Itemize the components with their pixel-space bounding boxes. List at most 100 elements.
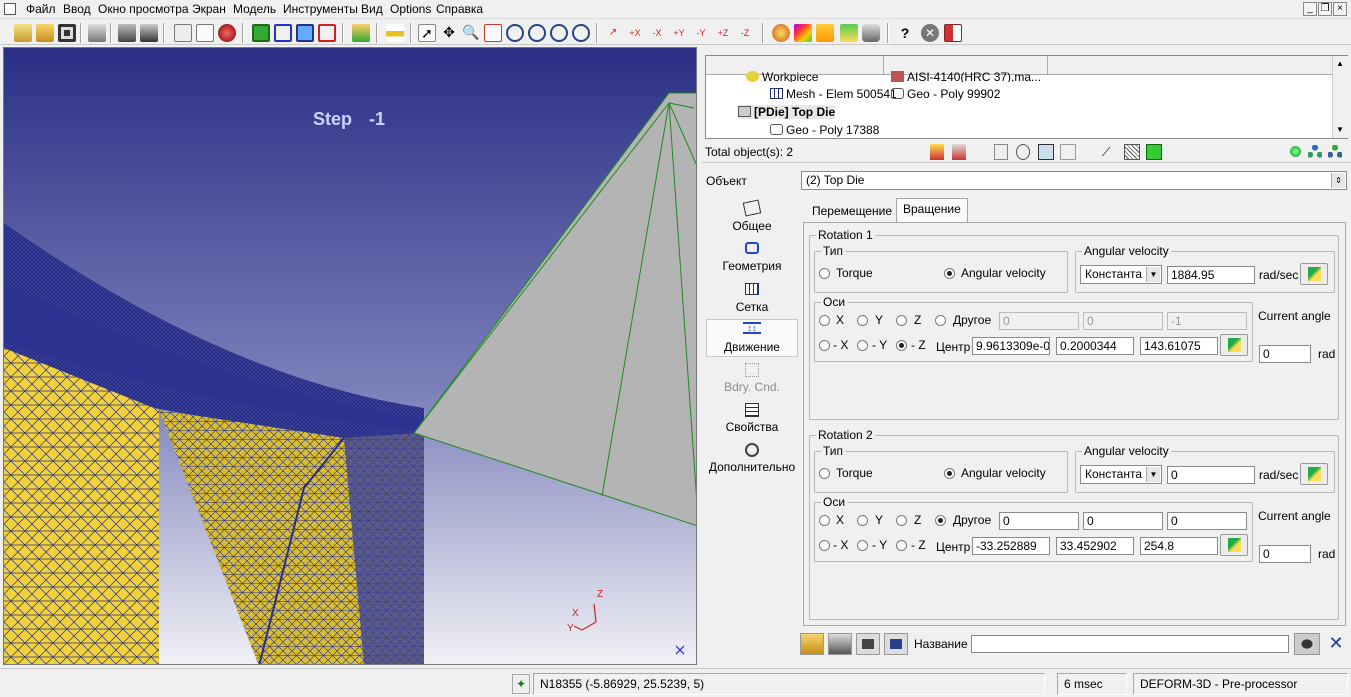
rotation2-other-z-input[interactable]: 0: [1167, 512, 1247, 530]
rotation2-center-z-input[interactable]: 254.8: [1140, 537, 1218, 555]
rotation1-torque-radio[interactable]: [819, 268, 830, 279]
object-tree[interactable]: Workpiece AISI-4140(HRC 37),ma... Mesh -…: [705, 55, 1348, 139]
dropdown-icon[interactable]: ▼: [1146, 467, 1160, 482]
light-icon[interactable]: [816, 24, 834, 42]
hide-geo-icon[interactable]: [1060, 144, 1076, 160]
nav-geometry[interactable]: Геометрия: [705, 242, 799, 273]
help-icon[interactable]: ?: [896, 24, 914, 42]
rotation1-other-y-input[interactable]: 0: [1083, 312, 1163, 330]
rotation1-center-z-input[interactable]: 143.61075: [1140, 337, 1218, 355]
rotation2-mode-select[interactable]: Константа ▼: [1080, 465, 1162, 484]
rotation2-axis-x-radio[interactable]: [819, 515, 830, 526]
scroll-down-icon[interactable]: ▼: [1336, 125, 1344, 134]
new-icon[interactable]: [14, 24, 32, 42]
rotation2-torque-radio[interactable]: [819, 468, 830, 479]
rotation2-center-x-input[interactable]: -33.252889: [972, 537, 1050, 555]
rotation1-other-z-input[interactable]: -1: [1167, 312, 1247, 330]
menu-display[interactable]: Экран: [192, 2, 226, 16]
rotation1-axis-nz-radio[interactable]: [896, 340, 907, 351]
reset-view-icon[interactable]: [218, 24, 236, 42]
name-input[interactable]: [971, 635, 1289, 653]
rotation2-axis-ny-radio[interactable]: [857, 540, 868, 551]
object-icon[interactable]: [352, 24, 370, 42]
view-py-icon[interactable]: +Y: [670, 24, 688, 42]
rotation1-axis-z-radio[interactable]: [896, 315, 907, 326]
save-icon[interactable]: [58, 24, 76, 42]
rotate-z-icon[interactable]: [572, 24, 590, 42]
add-object-icon[interactable]: [930, 144, 944, 160]
open-file-button[interactable]: [800, 633, 824, 655]
rotation1-axis-nx-radio[interactable]: [819, 340, 830, 351]
rotation1-value-input[interactable]: 1884.95: [1167, 266, 1255, 284]
save-all-button[interactable]: [884, 633, 908, 655]
view-nx-icon[interactable]: -X: [648, 24, 666, 42]
rotation1-axis-other-radio[interactable]: [935, 315, 946, 326]
materials-icon[interactable]: [840, 24, 858, 42]
rotation1-function-button[interactable]: [1300, 263, 1328, 285]
menu-options[interactable]: Options: [390, 2, 431, 16]
rotation2-axis-y-radio[interactable]: [857, 515, 868, 526]
minimize-button[interactable]: _: [1303, 2, 1317, 16]
show-mesh-icon[interactable]: [1016, 144, 1030, 160]
color-icon[interactable]: [794, 24, 812, 42]
pan-icon[interactable]: ✥: [440, 24, 458, 42]
rotation2-pick-center-button[interactable]: [1220, 534, 1248, 556]
exit-icon[interactable]: [944, 24, 962, 42]
stop-icon[interactable]: ✕: [921, 24, 939, 42]
spin-icon[interactable]: ⇕: [1331, 173, 1345, 188]
tree-row-top-die[interactable]: [PDie] Top Die: [738, 105, 836, 119]
rotation1-angvel-radio[interactable]: [944, 268, 955, 279]
rotation2-axis-nx-radio[interactable]: [819, 540, 830, 551]
rotation2-axis-other-radio[interactable]: [935, 515, 946, 526]
nav-properties[interactable]: Свойства: [705, 403, 799, 434]
rotation2-other-x-input[interactable]: 0: [999, 512, 1079, 530]
view-pz-icon[interactable]: +Z: [714, 24, 732, 42]
rotation2-value-input[interactable]: 0: [1167, 466, 1255, 484]
camera-icon[interactable]: [118, 24, 136, 42]
pointer-icon[interactable]: ➚: [418, 24, 436, 42]
node-pick-icon[interactable]: ✦: [512, 674, 530, 694]
rotation1-center-x-input[interactable]: 9.9613309e-06: [972, 337, 1050, 355]
viewport-3d[interactable]: Step -1 X Y Z: [3, 47, 697, 665]
zoom-box-icon[interactable]: [484, 24, 502, 42]
rotation1-axis-y-radio[interactable]: [857, 315, 868, 326]
lamp-icon[interactable]: [174, 24, 192, 42]
tree-header-col3[interactable]: [1048, 56, 1328, 75]
tree-scrollbar[interactable]: ▲ ▼: [1332, 56, 1348, 138]
close-panel-button[interactable]: ✕: [1326, 633, 1346, 655]
save-as-button[interactable]: [828, 633, 852, 655]
snapshot-icon[interactable]: [140, 24, 158, 42]
menu-viewport[interactable]: Окно просмотра: [98, 2, 189, 16]
tree-row-workpiece[interactable]: Workpiece: [746, 70, 818, 82]
select-all-icon[interactable]: [1124, 144, 1140, 160]
fit-icon[interactable]: [196, 24, 214, 42]
rotate-x-icon[interactable]: [528, 24, 546, 42]
menu-file[interactable]: Файл: [26, 2, 56, 16]
rotation2-other-y-input[interactable]: 0: [1083, 512, 1163, 530]
nav-general[interactable]: Общее: [705, 199, 799, 233]
tree-row-geo-workpiece[interactable]: Geo - Poly 99902: [891, 87, 1000, 101]
view-iso-icon[interactable]: ↗: [604, 24, 622, 42]
menu-tools[interactable]: Инструменты: [283, 2, 358, 16]
grid-icon[interactable]: [1146, 144, 1162, 160]
show-geo-icon[interactable]: [1038, 144, 1054, 160]
rotate-icon[interactable]: [506, 24, 524, 42]
rotation2-center-y-input[interactable]: 33.452902: [1056, 537, 1134, 555]
rotation1-axis-ny-radio[interactable]: [857, 340, 868, 351]
zoom-icon[interactable]: 🔍: [462, 24, 480, 42]
print-icon[interactable]: [88, 24, 106, 42]
rotation1-center-y-input[interactable]: 0.2000344: [1056, 337, 1134, 355]
tree-row-mesh[interactable]: Mesh - Elem 500541: [770, 87, 897, 101]
rotation2-angle-input[interactable]: 0: [1259, 545, 1311, 563]
tab-rotation[interactable]: Вращение: [896, 198, 968, 222]
delete-object-icon[interactable]: [952, 144, 966, 160]
view-px-icon[interactable]: +X: [626, 24, 644, 42]
ruler-icon[interactable]: [386, 24, 404, 42]
close-window-button[interactable]: ×: [1333, 2, 1347, 16]
eye-button[interactable]: [1294, 633, 1320, 655]
solid-blue-icon[interactable]: [296, 24, 314, 42]
wire-blue-icon[interactable]: [274, 24, 292, 42]
rotate-y-icon[interactable]: [550, 24, 568, 42]
viewport-canvas[interactable]: [4, 48, 697, 665]
tree-row-geo-die[interactable]: Geo - Poly 17388: [770, 123, 879, 137]
